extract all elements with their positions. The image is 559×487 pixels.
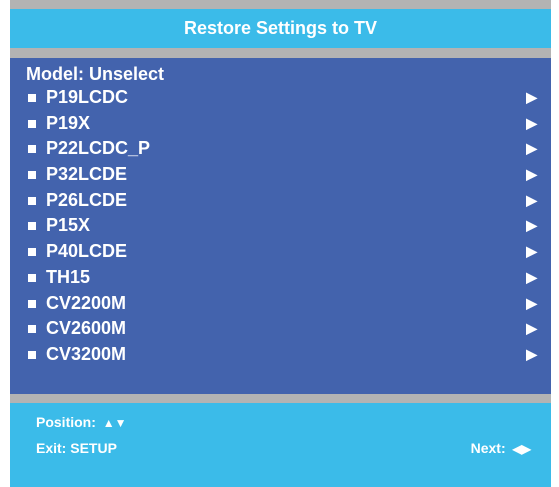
list-item[interactable]: CV2200M ▶ xyxy=(10,291,551,317)
list-item[interactable]: TH15 ▶ xyxy=(10,265,551,291)
bullet-icon xyxy=(28,119,36,128)
arrow-right-icon: ▶ xyxy=(526,166,537,183)
list-item-label: P26LCDE xyxy=(46,189,128,210)
title-separator xyxy=(10,48,551,58)
list-item-label: P40LCDE xyxy=(46,241,128,262)
list-item[interactable]: CV2600M ▶ xyxy=(10,316,551,342)
dialog-title: Restore Settings to TV xyxy=(183,18,378,38)
next-label: Next: xyxy=(470,440,506,456)
bullet-icon xyxy=(28,196,36,205)
list-item-label: P19LCDC xyxy=(46,87,129,107)
bullet-icon xyxy=(28,299,36,308)
list-item[interactable]: P15X ▶ xyxy=(10,213,551,239)
up-down-arrows-icon: ▲▼ xyxy=(102,416,127,430)
left-right-arrows-icon: ◀▶ xyxy=(512,442,531,456)
list-item-label: CV2200M xyxy=(46,292,127,313)
arrow-right-icon: ▶ xyxy=(526,268,537,285)
bullet-icon xyxy=(28,171,36,180)
bullet-icon xyxy=(28,222,36,231)
bullet-icon xyxy=(28,145,36,154)
next-hint: Next: ◀▶ xyxy=(471,440,531,456)
list-item[interactable]: P26LCDE ▶ xyxy=(10,188,551,214)
arrow-right-icon: ▶ xyxy=(526,89,537,105)
bullet-icon xyxy=(28,273,36,282)
position-hint: Position: ▲▼ xyxy=(36,414,127,430)
arrow-right-icon: ▶ xyxy=(526,114,537,131)
exit-hint: Exit: SETUP xyxy=(36,440,117,456)
list-item-label: P32LCDE xyxy=(46,164,128,185)
model-selection-label: Model: Unselect xyxy=(26,64,165,84)
list-item-label: P19X xyxy=(46,112,91,133)
bullet-icon xyxy=(28,325,36,334)
arrow-right-icon: ▶ xyxy=(526,320,537,337)
list-item-label: CV2600M xyxy=(46,318,127,339)
arrow-right-icon: ▶ xyxy=(526,191,537,208)
position-label: Position: xyxy=(36,414,96,430)
footer-help: Position: ▲▼ Exit: SETUP Next: ◀▶ xyxy=(10,403,551,487)
list-item[interactable]: CV3200M ▶ xyxy=(10,342,551,368)
list-item-label: P15X xyxy=(46,215,91,236)
list-item-label: CV3200M xyxy=(46,343,127,364)
list-item-label: TH15 xyxy=(46,266,91,287)
list-item[interactable]: P32LCDE ▶ xyxy=(10,162,551,188)
model-list: P19LCDC ▶ P19X ▶ P22LCDC_P ▶ P32LCDE ▶ P… xyxy=(10,85,551,368)
list-item[interactable]: P40LCDE ▶ xyxy=(10,239,551,265)
arrow-right-icon: ▶ xyxy=(526,243,537,260)
bullet-icon xyxy=(28,248,36,257)
footer-separator xyxy=(10,394,551,403)
list-item-label: P22LCDC_P xyxy=(46,138,151,159)
arrow-right-icon: ▶ xyxy=(526,294,537,311)
list-item[interactable]: P22LCDC_P ▶ xyxy=(10,136,551,162)
list-item[interactable]: P19LCDC ▶ xyxy=(10,85,551,111)
bullet-icon xyxy=(28,350,36,359)
bullet-icon xyxy=(28,94,36,102)
model-list-panel: Model: Unselect P19LCDC ▶ P19X ▶ P22LCDC… xyxy=(10,58,551,394)
list-item[interactable]: P19X ▶ xyxy=(10,111,551,137)
arrow-right-icon: ▶ xyxy=(526,217,537,234)
restore-settings-dialog: Restore Settings to TV Model: Unselect P… xyxy=(10,0,551,487)
arrow-right-icon: ▶ xyxy=(526,345,537,362)
arrow-right-icon: ▶ xyxy=(526,140,537,157)
top-border xyxy=(10,0,551,9)
